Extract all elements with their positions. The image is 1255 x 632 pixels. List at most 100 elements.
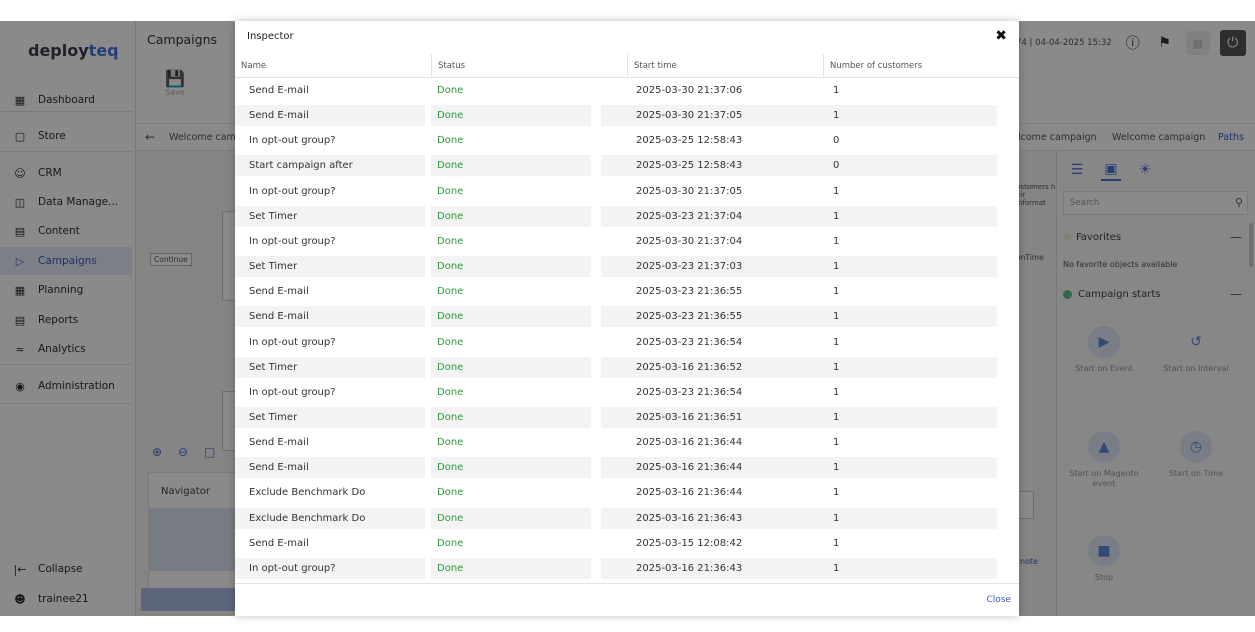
cell-status: Done	[431, 205, 591, 227]
dialog-title: Inspector	[247, 31, 294, 42]
cell-status: Done	[431, 256, 591, 278]
table-row[interactable]: Exclude Benchmark Do Done 2025-03-16 21:36…	[235, 507, 1019, 533]
cell-customers: 1	[833, 336, 840, 348]
column-header-status[interactable]: Status	[431, 54, 627, 78]
cell-name: In opt-out group?	[249, 386, 336, 398]
cell-name: Set Timer	[235, 356, 425, 378]
cell-customers: 1	[833, 386, 840, 398]
cell-customers: 1	[801, 406, 997, 428]
cell-start-time: 2025-03-23 21:37:03	[601, 256, 815, 278]
cell-customers: 1	[833, 185, 840, 197]
cell-status: Done	[437, 135, 464, 147]
cell-name: Send E-mail	[235, 105, 425, 127]
column-header-start-time[interactable]: Start time	[627, 54, 823, 78]
cell-name: Send E-mail	[249, 85, 309, 96]
cell-status: Done	[431, 155, 591, 177]
cell-name: Send E-mail	[235, 306, 425, 328]
table-row[interactable]: Set Timer Done 2025-03-23 21:37:03 1	[235, 256, 1019, 281]
table-row[interactable]: In opt-out group? Done 2025-03-16 21:36:43…	[235, 557, 1019, 583]
cell-status: Done	[431, 557, 591, 579]
close-icon[interactable]: ✖	[995, 28, 1007, 44]
cell-customers: 1	[833, 85, 840, 96]
cell-customers: 1	[833, 537, 840, 549]
cell-status: Done	[431, 406, 591, 428]
table-row[interactable]: Send E-mail Done 2025-03-30 21:37:06 1	[235, 80, 1019, 105]
cell-status: Done	[431, 457, 591, 479]
cell-customers: 1	[801, 356, 997, 378]
table-header: Name Status Start time Number of custome…	[235, 54, 1019, 78]
table-row[interactable]: In opt-out group? Done 2025-03-25 12:58:43…	[235, 130, 1019, 155]
cell-customers: 1	[801, 557, 997, 579]
cell-start-time: 2025-03-23 21:36:54	[636, 386, 743, 398]
table-row[interactable]: In opt-out group? Done 2025-03-23 21:36:54…	[235, 382, 1019, 407]
table-row[interactable]: Send E-mail Done 2025-03-30 21:37:05 1	[235, 105, 1019, 130]
inspector-table: Send E-mail Done 2025-03-30 21:37:06 1 Send …	[235, 80, 1019, 583]
table-row[interactable]: Send E-mail Done 2025-03-23 21:36:55 1	[235, 281, 1019, 306]
cell-start-time: 2025-03-25 12:58:43	[601, 155, 815, 177]
cell-status: Done	[437, 487, 464, 499]
column-header-customers[interactable]: Number of customers	[823, 54, 1019, 78]
cell-customers: 1	[833, 286, 840, 298]
cell-start-time: 2025-03-16 21:36:44	[636, 487, 743, 499]
table-row[interactable]: Set Timer Done 2025-03-23 21:37:04 1	[235, 205, 1019, 231]
table-row[interactable]: In opt-out group? Done 2025-03-23 21:36:54…	[235, 332, 1019, 357]
cell-name: Send E-mail	[235, 457, 425, 479]
cell-status: Done	[431, 105, 591, 127]
cell-start-time: 2025-03-23 21:37:04	[601, 205, 815, 227]
cell-customers: 1	[801, 507, 997, 529]
cell-start-time: 2025-03-16 21:36:51	[601, 406, 815, 428]
cell-name: Send E-mail	[249, 437, 309, 449]
close-button[interactable]: Close	[986, 595, 1011, 605]
table-row[interactable]: Send E-mail Done 2025-03-16 21:36:44 1	[235, 432, 1019, 457]
cell-customers: 1	[833, 487, 840, 499]
cell-start-time: 2025-03-30 21:37:05	[636, 185, 743, 197]
table-row[interactable]: In opt-out group? Done 2025-03-30 21:37:05…	[235, 181, 1019, 206]
dialog-footer: Close	[235, 583, 1019, 616]
table-row[interactable]: Set Timer Done 2025-03-16 21:36:51 1	[235, 406, 1019, 432]
cell-status: Done	[437, 386, 464, 398]
cell-customers: 1	[801, 306, 997, 328]
table-row[interactable]: Start campaign after Done 2025-03-25 12:58…	[235, 155, 1019, 180]
cell-name: Start campaign after	[235, 155, 425, 177]
cell-start-time: 2025-03-23 21:36:54	[636, 336, 743, 348]
cell-start-time: 2025-03-16 21:36:52	[601, 356, 815, 378]
cell-name: Set Timer	[235, 406, 425, 428]
cell-customers: 1	[833, 437, 840, 449]
cell-customers: 1	[801, 205, 997, 227]
cell-name: In opt-out group?	[235, 557, 425, 579]
app-window: deployteq ▦ Dashboard ▢ Store ☺ CRM ◫ Da…	[0, 21, 1255, 616]
cell-start-time: 2025-03-30 21:37:05	[601, 105, 815, 127]
cell-customers: 1	[833, 235, 840, 247]
cell-start-time: 2025-03-16 21:36:44	[601, 457, 815, 479]
table-row[interactable]: Send E-mail Done 2025-03-16 21:36:44 1	[235, 457, 1019, 482]
cell-status: Done	[437, 437, 464, 449]
cell-start-time: 2025-03-30 21:37:06	[636, 85, 743, 96]
table-row[interactable]: Set Timer Done 2025-03-16 21:36:52 1	[235, 356, 1019, 382]
table-row[interactable]: Send E-mail Done 2025-03-23 21:36:55 1	[235, 306, 1019, 331]
cell-start-time: 2025-03-30 21:37:04	[636, 235, 743, 247]
table-row[interactable]: Send E-mail Done 2025-03-15 12:08:42 1	[235, 533, 1019, 558]
cell-status: Done	[437, 185, 464, 197]
cell-status: Done	[437, 537, 464, 549]
cell-name: In opt-out group?	[249, 336, 336, 348]
cell-name: In opt-out group?	[249, 235, 336, 247]
cell-customers: 1	[801, 105, 997, 127]
cell-start-time: 2025-03-16 21:36:44	[636, 437, 743, 449]
cell-name: In opt-out group?	[249, 135, 336, 147]
cell-status: Done	[437, 286, 464, 298]
column-header-name[interactable]: Name	[235, 54, 431, 78]
cell-status: Done	[431, 507, 591, 529]
cell-customers: 1	[801, 457, 997, 479]
cell-customers: 0	[833, 135, 840, 147]
table-row[interactable]: Exclude Benchmark Do Done 2025-03-16 21:36…	[235, 482, 1019, 507]
cell-status: Done	[437, 336, 464, 348]
cell-start-time: 2025-03-23 21:36:55	[636, 286, 743, 298]
cell-status: Done	[431, 356, 591, 378]
cell-name: Set Timer	[235, 256, 425, 278]
cell-start-time: 2025-03-25 12:58:43	[636, 135, 743, 147]
cell-customers: 0	[801, 155, 997, 177]
cell-status: Done	[431, 306, 591, 328]
cell-name: In opt-out group?	[249, 185, 336, 197]
cell-name: Send E-mail	[249, 537, 309, 549]
table-row[interactable]: In opt-out group? Done 2025-03-30 21:37:04…	[235, 231, 1019, 256]
